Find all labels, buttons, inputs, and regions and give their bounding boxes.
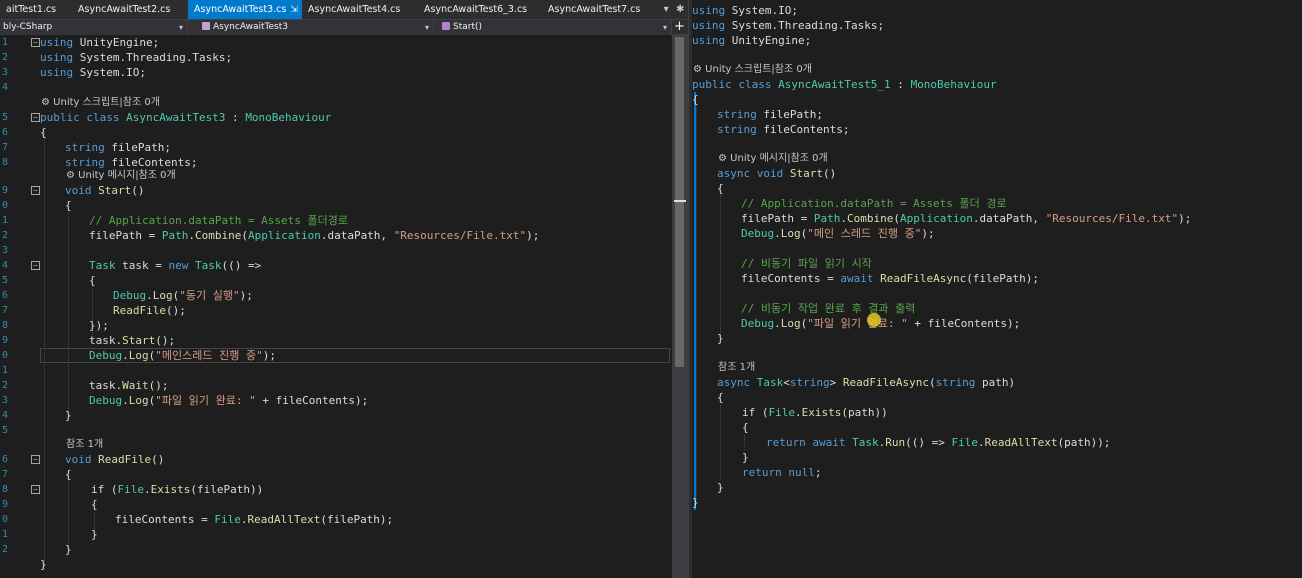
method-icon [442, 22, 450, 30]
tab-label: AsyncAwaitTest2.cs [78, 4, 171, 15]
mouse-cursor-highlight [867, 313, 881, 327]
vertical-scrollbar[interactable] [672, 35, 688, 578]
tab-label: AsyncAwaitTest7.cs [548, 4, 641, 15]
class-dropdown[interactable]: AsyncAwaitTest3 ▾ [188, 20, 434, 35]
tab-label: AsyncAwaitTest3.cs [194, 4, 287, 15]
plus-icon[interactable]: + [673, 20, 686, 34]
tab-label: aitTest1.cs [6, 4, 57, 15]
class-label: AsyncAwaitTest3 [213, 22, 288, 32]
chevron-down-icon: ▾ [662, 23, 667, 32]
right-code-area[interactable]: using System.IO; using System.Threading.… [692, 0, 1302, 578]
project-label: bly-CSharp [3, 22, 53, 32]
scrollbar-thumb[interactable] [675, 37, 684, 367]
tab-asyncawaittest3[interactable]: AsyncAwaitTest3.cs⇲✕ [188, 0, 302, 19]
member-dropdown[interactable]: Start() ▾ [434, 20, 672, 35]
chevron-down-icon[interactable]: ▾ [664, 4, 669, 15]
tab-tools: ▾ ✱ [660, 0, 688, 19]
scroll-position-marker [674, 200, 686, 202]
pin-icon[interactable]: ⇲ [290, 1, 298, 19]
member-label: Start() [453, 22, 483, 32]
tab-asyncawaittest1[interactable]: aitTest1.cs [0, 0, 72, 19]
navigation-bar: bly-CSharp ▾ AsyncAwaitTest3 ▾ Start() ▾… [0, 19, 688, 35]
document-tab-bar: aitTest1.cs AsyncAwaitTest2.cs AsyncAwai… [0, 0, 688, 19]
tab-label: AsyncAwaitTest4.cs [308, 4, 401, 15]
tab-asyncawaittest6-3[interactable]: AsyncAwaitTest6_3.cs [418, 0, 542, 19]
chevron-down-icon: ▾ [178, 23, 183, 32]
project-dropdown[interactable]: bly-CSharp ▾ [0, 20, 188, 35]
gear-icon[interactable]: ✱ [676, 4, 684, 15]
class-icon [202, 22, 210, 30]
left-editor-pane: aitTest1.cs AsyncAwaitTest2.cs AsyncAwai… [0, 0, 688, 578]
right-editor-pane: using System.IO; using System.Threading.… [692, 0, 1302, 578]
chevron-down-icon: ▾ [424, 23, 429, 32]
tab-asyncawaittest7[interactable]: AsyncAwaitTest7.cs [542, 0, 658, 19]
tab-asyncawaittest2[interactable]: AsyncAwaitTest2.cs [72, 0, 188, 19]
tab-label: AsyncAwaitTest6_3.cs [424, 4, 528, 15]
tab-asyncawaittest4[interactable]: AsyncAwaitTest4.cs [302, 0, 418, 19]
left-code-area[interactable]: 1− using UnityEngine; 2 using System.Threa… [0, 35, 672, 578]
